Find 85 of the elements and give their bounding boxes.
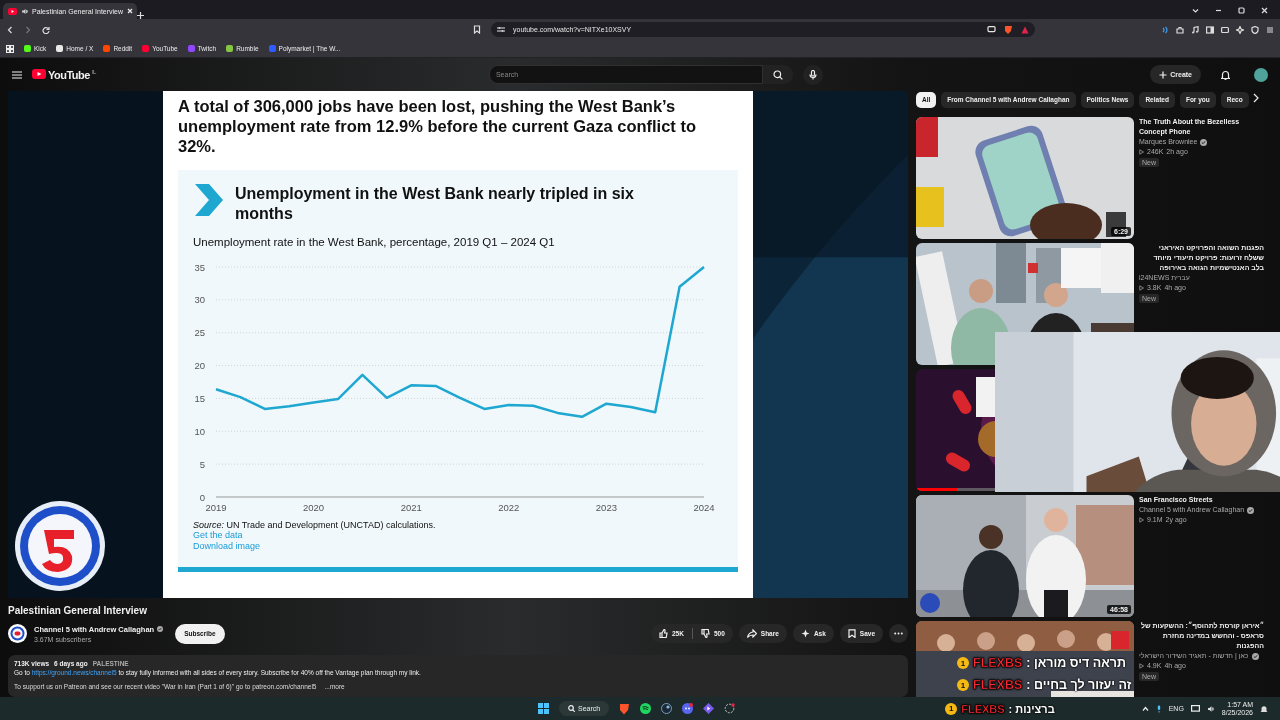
play-icon [1139,517,1144,523]
chevron-icon [193,184,225,216]
wallet-icon[interactable] [1221,25,1229,34]
y-tick-label: 30 [194,294,205,306]
x-tick-label: 2023 [595,502,617,513]
chart-subtitle: Unemployment rate in the West Bank, percentage, 2019 Q1 – 2024 Q1 [193,236,556,248]
shield-icon[interactable] [1251,25,1259,34]
play-icon [1139,149,1144,155]
y-tick-label: 25 [194,327,205,339]
apps-grid-icon[interactable] [6,44,14,53]
avatar[interactable] [1254,67,1268,82]
sparkle-icon[interactable] [1236,25,1244,34]
chat-message: : תראה דיס מוראן [1026,656,1126,670]
voice-search-button[interactable] [802,64,823,85]
chat-message: : זה יעזור לך בחיים [1026,678,1132,692]
restore-icon[interactable] [1238,7,1245,14]
y-tick-label: 35 [194,261,205,273]
minimize-icon[interactable] [1215,7,1222,14]
share-arrow-icon [746,629,757,638]
play-diamond-icon[interactable] [703,703,715,714]
more-icon [894,632,903,635]
music-note-icon[interactable] [1191,25,1199,34]
channel-logo-icon [14,500,106,592]
chart-title: Unemployment in the West Bank nearly tripled in six months [235,184,635,224]
close-icon[interactable] [127,8,134,14]
chat-username: FLEXBS [973,678,1023,692]
speaker-icon[interactable] [21,7,28,15]
triangle-icon[interactable] [1021,25,1029,34]
channel-logo-icon [10,626,25,641]
source-note: Source: UN Trade and Development (UNCTAD) calculations. [193,520,437,530]
x-tick-label: 2019 [205,502,227,513]
search-button[interactable] [762,65,793,84]
notification-bell-icon[interactable] [1260,704,1268,713]
chat-username: FLEXBS [961,702,1005,715]
slide-heading: A total of 306,000 jobs have been lost, pushing the West Bank’s unemployment rate from 12.9% before the current Gaza conflict to 32%. [178,96,698,156]
bell-icon[interactable] [1221,69,1230,80]
game-controller-icon[interactable] [682,703,694,714]
back-icon[interactable] [6,25,14,34]
audio-waves-icon[interactable] [1161,25,1169,34]
chevron-down-icon[interactable] [1192,7,1199,14]
y-tick-label: 0 [199,491,205,503]
bookmark-icon [847,629,856,638]
volume-icon[interactable] [1206,704,1215,713]
y-tick-label: 10 [194,425,205,437]
channel-avatar[interactable] [8,624,27,643]
start-icon[interactable] [538,703,549,714]
menu-icon[interactable] [12,70,22,79]
badge-icon: 1 [945,702,958,715]
youtube-logo[interactable]: YouTube $^{IL}$ [32,68,96,81]
video-title: Palestinian General Interview [8,604,148,617]
thumbs-up-icon [659,629,668,638]
site-settings-icon[interactable] [497,26,505,33]
sidebar-icon[interactable] [1206,25,1214,34]
play-icon [1139,663,1144,669]
y-tick-label: 15 [194,392,205,404]
music-circle-icon[interactable] [640,703,652,714]
chat-username: FLEXBS [973,656,1023,670]
search-icon [772,69,783,80]
reload-icon[interactable] [42,25,50,34]
y-tick-label: 5 [199,458,205,470]
close-icon[interactable] [1261,7,1268,14]
chat-message: : ברצינות [1008,702,1055,715]
play-logo-icon [32,68,46,79]
search-icon [568,705,575,712]
more-button[interactable] [889,624,908,643]
x-tick-label: 2020 [303,502,325,513]
new-tab-icon[interactable] [137,12,144,19]
play-icon [1139,285,1144,291]
x-tick-label: 2022 [498,502,520,513]
dashed-circle-icon[interactable] [724,703,736,714]
display-icon[interactable] [1190,704,1200,713]
cast-icon[interactable] [987,26,996,33]
y-tick-label: 20 [194,360,205,372]
x-tick-label: 2021 [400,502,422,513]
chevron-up-icon[interactable] [1141,706,1149,711]
microphone-icon [808,69,817,80]
thumbs-down-icon [700,629,710,638]
x-tick-label: 2024 [693,502,715,513]
video-tab-icon [8,7,17,15]
chevron-right-icon[interactable] [1252,93,1260,103]
menu-icon[interactable] [1266,25,1274,34]
bookmark-icon[interactable] [473,25,481,34]
sparkle-icon [800,629,810,638]
microphone-icon[interactable] [1155,704,1162,713]
plus-icon [1159,70,1168,79]
